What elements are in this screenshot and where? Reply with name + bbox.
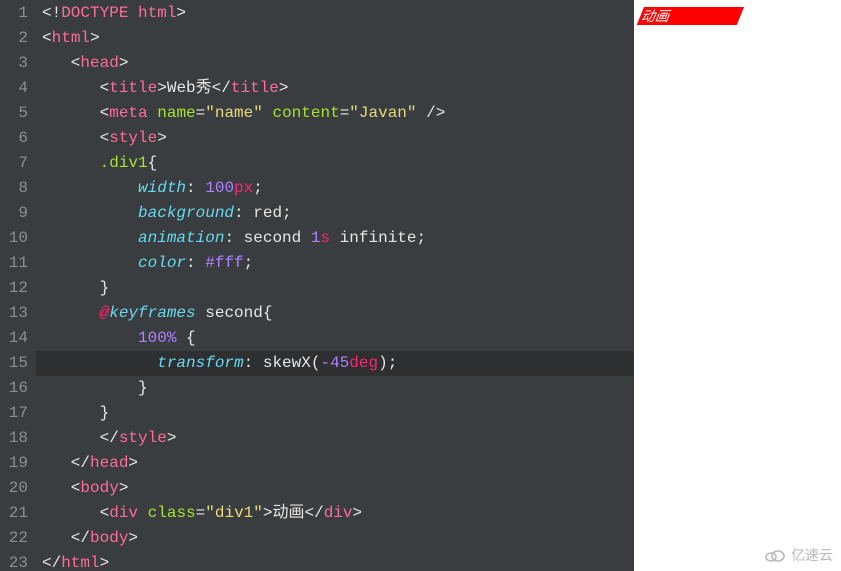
code-line[interactable]: transform: skewX(-45deg);	[36, 351, 634, 376]
line-number: 23	[0, 551, 36, 571]
watermark: 亿速云	[763, 545, 833, 565]
preview-pane: 动画	[634, 0, 841, 571]
line-number: 10	[0, 226, 36, 251]
code-line[interactable]: <style>	[36, 126, 634, 151]
code-line[interactable]: .div1{	[36, 151, 634, 176]
line-number: 22	[0, 526, 36, 551]
watermark-text: 亿速云	[791, 545, 833, 565]
line-number: 3	[0, 51, 36, 76]
code-line[interactable]: <head>	[36, 51, 634, 76]
code-line[interactable]: </style>	[36, 426, 634, 451]
code-line[interactable]: }	[36, 276, 634, 301]
code-area[interactable]: <!DOCTYPE html><html> <head> <title>Web秀…	[36, 0, 634, 571]
line-number: 1	[0, 1, 36, 26]
line-number: 9	[0, 201, 36, 226]
line-number: 15	[0, 351, 36, 376]
line-number: 6	[0, 126, 36, 151]
line-number: 4	[0, 76, 36, 101]
code-line[interactable]: width: 100px;	[36, 176, 634, 201]
line-number: 7	[0, 151, 36, 176]
line-number: 20	[0, 476, 36, 501]
code-line[interactable]: }	[36, 376, 634, 401]
line-number: 11	[0, 251, 36, 276]
cloud-icon	[763, 547, 787, 563]
code-line[interactable]: @keyframes second{	[36, 301, 634, 326]
line-number: 18	[0, 426, 36, 451]
line-number: 19	[0, 451, 36, 476]
line-number: 12	[0, 276, 36, 301]
code-line[interactable]: </body>	[36, 526, 634, 551]
code-line[interactable]: 100% {	[36, 326, 634, 351]
code-line[interactable]: <body>	[36, 476, 634, 501]
code-line[interactable]: }	[36, 401, 634, 426]
code-line[interactable]: </head>	[36, 451, 634, 476]
code-line[interactable]: <title>Web秀</title>	[36, 76, 634, 101]
line-number: 5	[0, 101, 36, 126]
line-number: 17	[0, 401, 36, 426]
line-number: 16	[0, 376, 36, 401]
line-number: 13	[0, 301, 36, 326]
code-editor[interactable]: 1234567891011121314151617181920212223 <!…	[0, 0, 634, 571]
code-line[interactable]: animation: second 1s infinite;	[36, 226, 634, 251]
code-line[interactable]: </html>	[36, 551, 634, 571]
code-line[interactable]: color: #fff;	[36, 251, 634, 276]
code-line[interactable]: <div class="div1">动画</div>	[36, 501, 634, 526]
code-line[interactable]: <!DOCTYPE html>	[36, 1, 634, 26]
line-number: 2	[0, 26, 36, 51]
line-number: 14	[0, 326, 36, 351]
code-line[interactable]: <html>	[36, 26, 634, 51]
line-number: 21	[0, 501, 36, 526]
animated-box: 动画	[637, 7, 744, 25]
line-number: 8	[0, 176, 36, 201]
code-line[interactable]: <meta name="name" content="Javan" />	[36, 101, 634, 126]
code-line[interactable]: background: red;	[36, 201, 634, 226]
line-number-gutter: 1234567891011121314151617181920212223	[0, 0, 36, 571]
